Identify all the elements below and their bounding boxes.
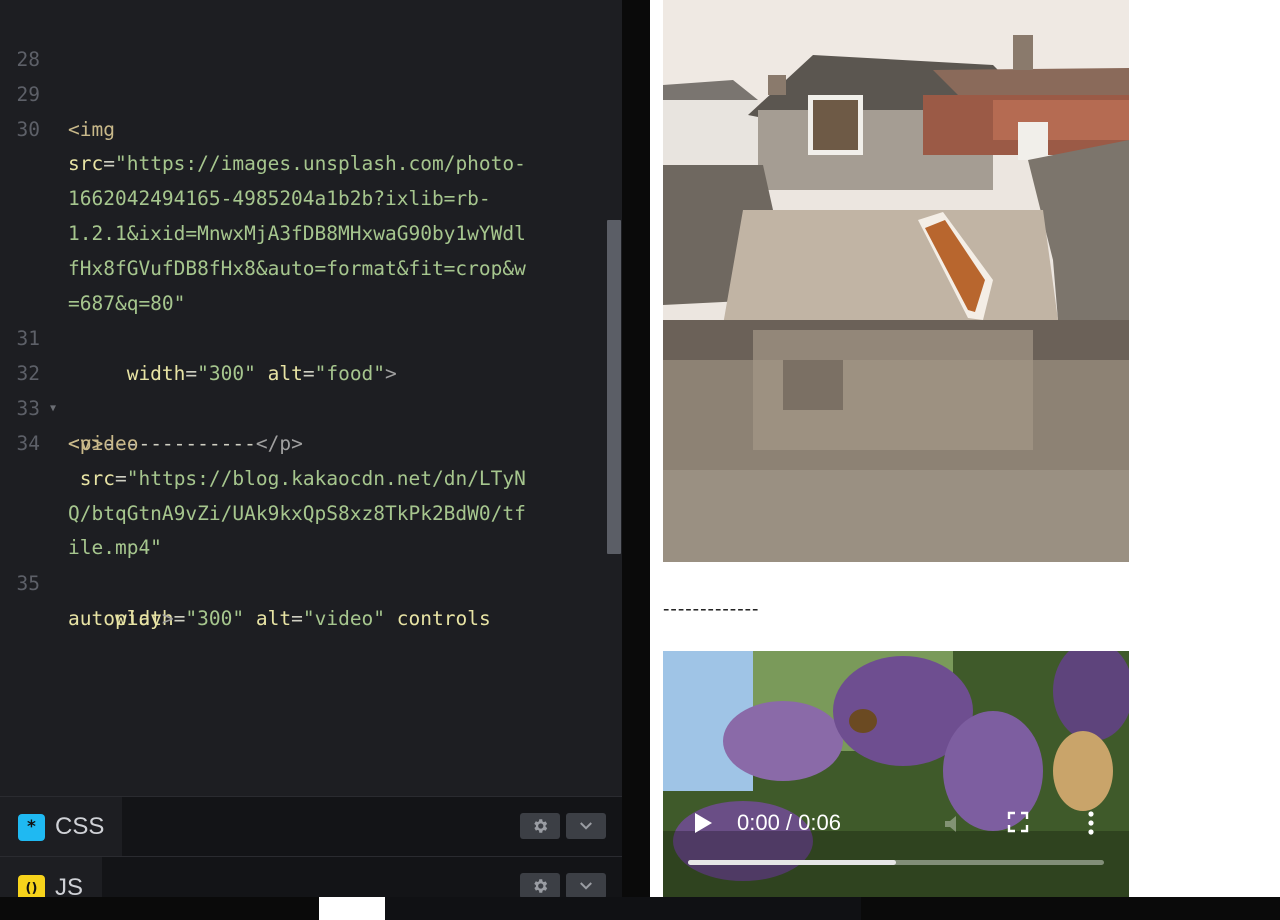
gear-icon xyxy=(534,819,548,833)
preview-pane: ------------- 0:00 / 0:06 xyxy=(650,0,1280,920)
separator-paragraph: ------------- xyxy=(663,598,760,620)
preview-photo-image xyxy=(663,0,1129,562)
video-time: 0:00 / 0:06 xyxy=(737,810,841,835)
tab-css-label: CSS xyxy=(55,813,105,840)
js-settings-button[interactable] xyxy=(520,873,560,899)
bottom-tab[interactable] xyxy=(319,897,385,920)
html-editor[interactable]: 28 29 <img 30 src="https://images.unspla… xyxy=(0,0,622,796)
chevron-down-icon xyxy=(580,882,592,890)
css-panel-header[interactable]: * CSS xyxy=(0,796,622,857)
css-collapse-button[interactable] xyxy=(566,813,606,839)
video-progress-fill xyxy=(688,860,896,865)
pane-resize-handle[interactable] xyxy=(622,0,650,920)
editor-scrollbar-thumb[interactable] xyxy=(607,220,621,554)
play-icon[interactable] xyxy=(693,812,713,834)
tab-css[interactable]: * CSS xyxy=(0,797,122,857)
harbour-house-photo xyxy=(663,0,1129,562)
code-line[interactable]: autoplay> xyxy=(0,566,600,671)
video-progress-track[interactable] xyxy=(688,860,1104,865)
bottom-console-bar[interactable] xyxy=(385,897,861,920)
more-options-icon[interactable] xyxy=(1086,811,1096,835)
gear-icon xyxy=(534,879,548,893)
js-panel-header[interactable]: () JS xyxy=(0,856,622,919)
fullscreen-icon[interactable] xyxy=(1007,811,1029,833)
asterisk-icon: * xyxy=(18,813,45,841)
css-settings-button[interactable] xyxy=(520,813,560,839)
code-autoplay: autoplay> xyxy=(68,607,174,630)
js-collapse-button[interactable] xyxy=(566,873,606,899)
volume-icon[interactable] xyxy=(943,813,967,835)
chevron-down-icon xyxy=(580,822,592,830)
video-player[interactable]: 0:00 / 0:06 xyxy=(663,651,1129,897)
